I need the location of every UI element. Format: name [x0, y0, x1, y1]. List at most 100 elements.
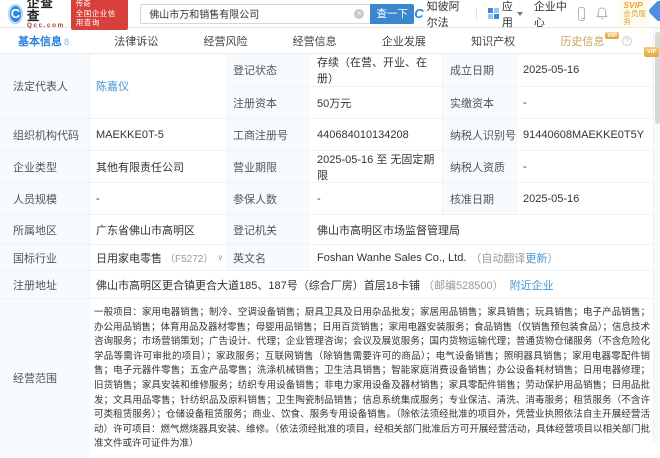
- table-subrow: 注册资本 50万元 实缴资本 -: [228, 86, 660, 118]
- org-code-value: MAEKKE0T-5: [90, 119, 228, 150]
- auto-translate-note-end: ）: [547, 252, 559, 265]
- insured-value: -: [310, 183, 443, 214]
- table-row: 经营范围 一般项目：家用电器销售；制冷、空调设备销售；厨具卫具及日用杂品批发；家…: [0, 299, 660, 458]
- paid-capital-label: 实缴资本: [443, 87, 518, 118]
- tab-label: 历史信息: [560, 35, 605, 48]
- est-date-label: 成立日期: [443, 54, 518, 86]
- divider: [476, 7, 477, 20]
- tab-basic-info[interactable]: 基本信息 8: [18, 33, 69, 49]
- est-date-value: 2025-05-16: [523, 64, 580, 76]
- mobile-app-icon[interactable]: [578, 6, 586, 21]
- table-row: 企业类型 其他有限责任公司 营业期限 2025-05-16 至 无固定期限 纳税…: [0, 151, 660, 183]
- slogan-line1: 传奇: [75, 0, 91, 8]
- translate-update-link[interactable]: 更新: [525, 250, 547, 266]
- staff-size-label: 人员规模: [0, 183, 90, 214]
- legal-rep-value: 陈嘉仪: [90, 54, 228, 118]
- table-row: 法定代表人 陈嘉仪 登记状态 存续（在营、开业、在册） 成立日期 2025-05…: [0, 54, 660, 119]
- company-type-value: 其他有限责任公司: [90, 151, 228, 182]
- table-row: 组织机构代码 MAEKKE0T-5 工商注册号 440684010134208 …: [0, 119, 660, 151]
- basic-info-table: 法定代表人 陈嘉仪 登记状态 存续（在营、开业、在册） 成立日期 2025-05…: [0, 54, 660, 458]
- zhibi-alpha-link[interactable]: C 知彼阿尔法: [414, 0, 465, 30]
- address-text: 佛山市高明区更合镇更合大道185、187号（综合厂房）首层18卡铺: [96, 279, 420, 292]
- qcc-logo-text: 企查查 Qcc.com: [27, 0, 65, 30]
- vertical-scrollbar[interactable]: [653, 28, 660, 442]
- table-row: 国标行业 日用家电零售 （F5272） ∨ 英文名 Foshan Wanhe S…: [0, 245, 660, 271]
- approval-date-label: 核准日期: [443, 183, 518, 214]
- industry-name: 日用家电零售: [96, 252, 162, 265]
- reg-capital-label: 注册资本: [228, 87, 310, 118]
- biz-reg-no-label: 工商注册号: [228, 119, 310, 150]
- tab-operating-info[interactable]: 经营信息: [293, 33, 337, 49]
- approval-date-value: 2025-05-16: [523, 192, 580, 205]
- scope-label: 经营范围: [0, 299, 90, 458]
- floating-vip-badge[interactable]: VIP: [644, 47, 659, 57]
- svip-sublabel: 会员服务: [623, 8, 646, 27]
- apps-menu[interactable]: 应用: [487, 0, 523, 30]
- table-row: 人员规模 - 参保人数 - 核准日期 2025-05-16: [0, 183, 660, 215]
- paid-capital-value: -: [523, 96, 527, 109]
- scrollbar-thumb[interactable]: [655, 32, 660, 124]
- tab-legal-litigation[interactable]: 法律诉讼: [114, 33, 158, 49]
- address-label: 注册地址: [0, 271, 90, 298]
- alpha-logo-icon: C: [414, 6, 424, 21]
- brand-name: 企查查: [26, 0, 54, 23]
- tab-label: 基本信息: [18, 35, 62, 48]
- qcc-logo[interactable]: C 企查查 Qcc.com 传奇 全国企业信用查询: [8, 0, 129, 31]
- apps-label: 应用: [501, 0, 513, 29]
- help-circle-icon[interactable]: ?: [622, 35, 632, 46]
- reg-authority-value: 佛山市高明区市场监督管理局: [317, 224, 460, 237]
- insured-label: 参保人数: [228, 183, 310, 214]
- caret-down-icon: [516, 11, 523, 16]
- chevron-down-icon[interactable]: ∨: [217, 253, 223, 262]
- english-name-text: Foshan Wanhe Sales Co., Ltd.: [317, 251, 467, 264]
- biz-term-label: 营业期限: [228, 151, 310, 182]
- nearby-companies-link[interactable]: 附近企业: [510, 277, 554, 293]
- search-bar: × 查一下: [140, 3, 415, 24]
- biz-reg-no-value: 440684010134208: [310, 119, 443, 150]
- apps-grid-icon: [487, 8, 499, 19]
- industry-label: 国标行业: [0, 245, 90, 270]
- top-header: C 企查查 Qcc.com 传奇 全国企业信用查询 × 查一下 C 知彼阿尔法 …: [0, 0, 660, 31]
- region-value: 广东省佛山市高明区: [90, 215, 228, 244]
- taxpayer-id-value: 91440608MAEKKE0T5Y: [523, 128, 645, 141]
- legal-rep-link[interactable]: 陈嘉仪: [96, 78, 129, 94]
- reg-status-label: 登记状态: [228, 54, 310, 86]
- enterprise-center-link[interactable]: 企业中心: [534, 0, 567, 30]
- company-type-label: 企业类型: [0, 151, 90, 182]
- region-label: 所属地区: [0, 215, 90, 244]
- reg-authority-label: 登记机关: [228, 215, 310, 244]
- tab-history-info[interactable]: 历史信息 VIP ?: [560, 32, 632, 49]
- table-row: 注册地址 佛山市高明区更合镇更合大道185、187号（综合厂房）首层18卡铺 （…: [0, 271, 660, 299]
- taxpayer-id-label: 纳税人识别号: [443, 119, 518, 150]
- tab-company-development[interactable]: 企业发展: [382, 33, 426, 49]
- row1-right: 登记状态 存续（在营、开业、在册） 成立日期 2025-05-16 注册资本 5…: [228, 54, 660, 118]
- legal-rep-label: 法定代表人: [0, 54, 90, 118]
- tab-intellectual-property[interactable]: 知识产权: [471, 33, 515, 49]
- tab-count: 8: [64, 36, 70, 47]
- biz-term-value: 2025-05-16 至 无固定期限: [310, 151, 443, 182]
- vip-badge: VIP: [605, 32, 619, 39]
- svip-member-button[interactable]: SVIP 会员服务: [619, 0, 650, 28]
- table-row: 所属地区 广东省佛山市高明区 登记机关 佛山市高明区市场监督管理局: [0, 215, 660, 245]
- notification-bell-icon[interactable]: [596, 7, 609, 20]
- search-input[interactable]: [140, 3, 371, 24]
- section-tabs: 基本信息 8 法律诉讼 经营风险 经营信息 企业发展 知识产权 历史信息 VIP …: [0, 28, 660, 54]
- clear-search-icon[interactable]: ×: [354, 8, 365, 19]
- taxpayer-qual-value: -: [523, 160, 527, 173]
- reg-capital-value: 50万元: [310, 87, 443, 118]
- search-button[interactable]: 查一下: [370, 3, 415, 24]
- english-name-label: 英文名: [228, 245, 310, 270]
- industry-code: （F5272）: [165, 254, 214, 265]
- table-subrow: 登记状态 存续（在营、开业、在册） 成立日期 2025-05-16: [228, 54, 660, 86]
- english-name-value: Foshan Wanhe Sales Co., Ltd. （自动翻译 更新）: [310, 245, 660, 270]
- slogan-line2: 全国企业信用查询: [75, 8, 116, 28]
- qcc-logo-icon: C: [8, 3, 23, 24]
- alpha-label: 知彼阿尔法: [426, 0, 460, 29]
- address-zip: （邮编528500）: [422, 279, 504, 292]
- tab-operating-risk[interactable]: 经营风险: [203, 33, 247, 49]
- auto-translate-note: （自动翻译: [470, 252, 526, 265]
- industry-value: 日用家电零售 （F5272） ∨: [90, 245, 228, 270]
- address-value: 佛山市高明区更合镇更合大道185、187号（综合厂房）首层18卡铺 （邮编528…: [90, 271, 660, 298]
- scope-value: 一般项目：家用电器销售；制冷、空调设备销售；厨具卫具及日用杂品批发；家居用品销售…: [94, 307, 650, 450]
- top-nav: C 知彼阿尔法 应用 企业中心 SVIP 会员服务: [414, 0, 650, 30]
